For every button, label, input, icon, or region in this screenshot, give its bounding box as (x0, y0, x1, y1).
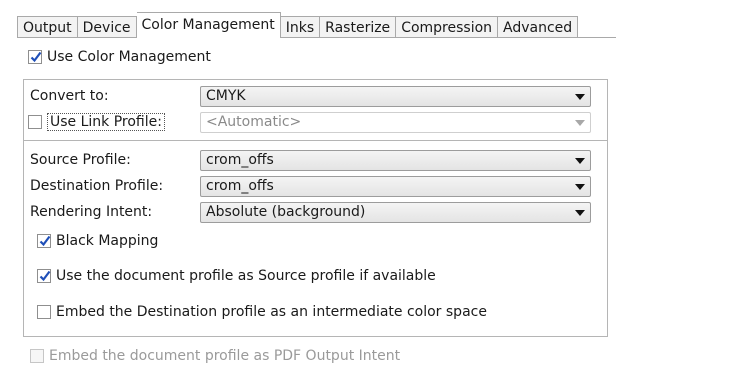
link-profile-value: <Automatic> (206, 114, 302, 130)
checkmark-icon (39, 235, 51, 247)
use-link-profile-row[interactable]: Use Link Profile: (28, 111, 165, 133)
embed-doc-profile-output-intent-checkbox[interactable] (30, 349, 44, 363)
source-profile-value: crom_offs (206, 152, 274, 168)
print-settings-dialog: Output Device Color Management Inks Rast… (0, 0, 747, 378)
convert-to-select[interactable]: CMYK (200, 86, 591, 107)
black-mapping-checkbox[interactable] (37, 234, 51, 248)
chevron-down-icon (575, 158, 585, 164)
link-profile-select[interactable]: <Automatic> (200, 112, 591, 133)
tab-compression[interactable]: Compression (396, 16, 499, 38)
embed-doc-profile-output-intent-row[interactable]: Embed the document profile as PDF Output… (30, 345, 400, 367)
chevron-down-icon (575, 184, 585, 190)
destination-profile-value: crom_offs (206, 178, 274, 194)
embed-doc-profile-output-intent-label: Embed the document profile as PDF Output… (49, 348, 401, 364)
section-divider (24, 140, 607, 141)
tab-color-management[interactable]: Color Management (136, 12, 281, 38)
use-color-management-row[interactable]: Use Color Management (28, 46, 211, 68)
color-management-group: Convert to: CMYK Use Link Profile: <Auto… (23, 79, 608, 337)
use-doc-profile-source-row[interactable]: Use the document profile as Source profi… (37, 265, 436, 287)
destination-profile-select[interactable]: crom_offs (200, 176, 591, 197)
black-mapping-row[interactable]: Black Mapping (37, 230, 158, 252)
embed-destination-profile-label: Embed the Destination profile as an inte… (56, 304, 487, 320)
tab-rasterize[interactable]: Rasterize (320, 16, 397, 38)
chevron-down-icon (575, 120, 585, 126)
use-doc-profile-source-label: Use the document profile as Source profi… (56, 268, 436, 284)
use-link-profile-label: Use Link Profile: (47, 113, 165, 131)
source-profile-select[interactable]: crom_offs (200, 150, 591, 171)
tab-inks[interactable]: Inks (280, 16, 321, 38)
checkmark-icon (30, 51, 42, 63)
chevron-down-icon (575, 210, 585, 216)
destination-profile-label: Destination Profile: (30, 178, 164, 194)
tab-device[interactable]: Device (77, 16, 137, 38)
use-link-profile-checkbox[interactable] (28, 115, 42, 129)
use-color-management-checkbox[interactable] (28, 50, 42, 64)
black-mapping-label: Black Mapping (56, 233, 159, 249)
tab-bar: Output Device Color Management Inks Rast… (17, 12, 579, 38)
use-doc-profile-source-checkbox[interactable] (37, 269, 51, 283)
tab-advanced[interactable]: Advanced (498, 16, 579, 38)
embed-destination-profile-checkbox[interactable] (37, 305, 51, 319)
embed-destination-profile-row[interactable]: Embed the Destination profile as an inte… (37, 301, 487, 323)
source-profile-label: Source Profile: (30, 152, 131, 168)
chevron-down-icon (575, 94, 585, 100)
use-color-management-label: Use Color Management (47, 49, 211, 65)
rendering-intent-select[interactable]: Absolute (background) (200, 202, 591, 223)
rendering-intent-label: Rendering Intent: (30, 204, 153, 220)
color-management-panel: Use Color Management Convert to: CMYK Us… (15, 38, 747, 378)
convert-to-label: Convert to: (30, 88, 109, 104)
rendering-intent-value: Absolute (background) (206, 204, 366, 220)
checkmark-icon (39, 270, 51, 282)
convert-to-value: CMYK (206, 88, 246, 104)
tab-output[interactable]: Output (17, 16, 78, 38)
